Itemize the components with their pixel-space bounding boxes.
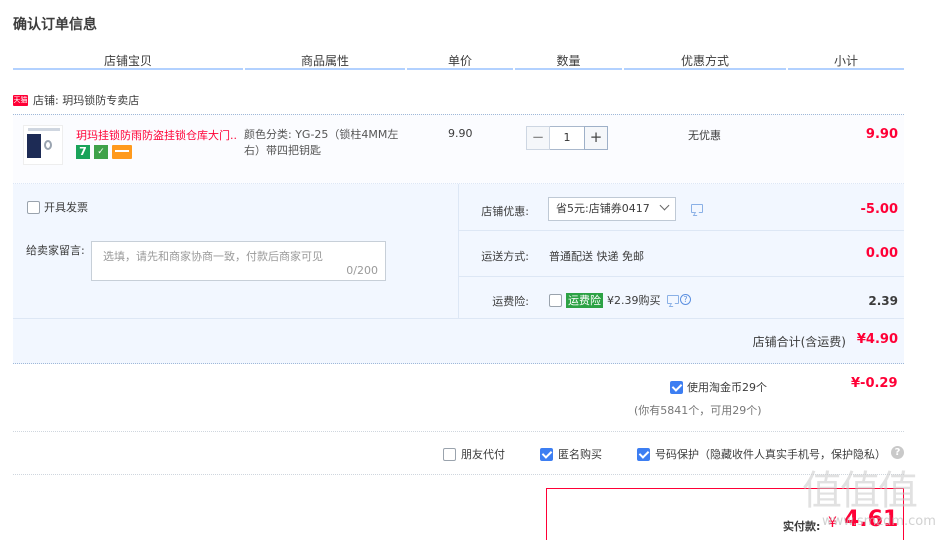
promotion-text: 无优惠 bbox=[688, 129, 721, 142]
quantity-increase-button[interactable]: + bbox=[584, 126, 608, 150]
column-underline bbox=[624, 68, 786, 70]
insurance-tag: 运费险 bbox=[566, 292, 603, 308]
insurance-checkbox[interactable] bbox=[549, 293, 562, 307]
column-header-subtotal: 小计 bbox=[833, 54, 858, 68]
quantity-stepper: − 1 + bbox=[526, 126, 608, 150]
column-header-attributes: 商品属性 bbox=[300, 54, 349, 68]
anonymous-purchase-option[interactable]: 匿名购买 bbox=[540, 446, 602, 462]
panel-divider bbox=[459, 276, 904, 277]
shop-total-row: 店铺合计(含运费) ¥4.90 bbox=[13, 318, 904, 364]
item-subtotal: 9.90 bbox=[865, 127, 898, 142]
invoice-label: 开具发票 bbox=[44, 201, 88, 214]
column-header-promotion: 优惠方式 bbox=[680, 54, 729, 68]
taojinbi-checkbox[interactable] bbox=[670, 380, 683, 394]
message-char-count: 0/200 bbox=[346, 264, 378, 277]
column-header-quantity: 数量 bbox=[556, 54, 581, 68]
insurance-chat-icon[interactable] bbox=[667, 295, 679, 304]
panel-divider bbox=[459, 230, 904, 231]
taojinbi-amount: ¥-0.29 bbox=[851, 376, 898, 391]
column-underline bbox=[515, 68, 622, 70]
divider bbox=[13, 474, 904, 475]
product-title-link[interactable]: 玥玛挂锁防雨防盗挂锁仓库大门... bbox=[76, 127, 238, 143]
shop-total-value: ¥4.90 bbox=[856, 332, 898, 347]
order-options-panel: 开具发票 给卖家留言: 选填，请先和商家协商一致，付款后商家可见 0/200 店… bbox=[13, 184, 904, 364]
number-protect-checkbox[interactable] bbox=[637, 447, 650, 461]
column-header-unit-price: 单价 bbox=[447, 54, 472, 68]
guarantee-shield-icon[interactable]: ✓ bbox=[94, 145, 108, 159]
coupon-amount: -5.00 bbox=[860, 202, 898, 217]
insurance-label: 运费险: bbox=[492, 295, 529, 308]
insurance-amount: 2.39 bbox=[868, 294, 898, 308]
invoice-option[interactable]: 开具发票 bbox=[27, 199, 88, 215]
column-underline bbox=[245, 68, 405, 70]
column-header-shop-item: 店铺宝贝 bbox=[103, 54, 152, 68]
column-underline bbox=[788, 68, 904, 70]
column-underline bbox=[407, 68, 513, 70]
taojinbi-option[interactable]: 使用淘金币29个 bbox=[670, 379, 767, 395]
unit-price: 9.90 bbox=[448, 127, 473, 140]
coupon-selected-value: 省5元:店铺券0417 bbox=[556, 202, 650, 215]
shipping-label: 运送方式: bbox=[481, 250, 529, 263]
insurance-help-icon[interactable]: ? bbox=[680, 294, 691, 305]
friend-pay-checkbox[interactable] bbox=[443, 447, 456, 461]
seller-message-input[interactable]: 选填，请先和商家协商一致，付款后商家可见 0/200 bbox=[91, 241, 386, 281]
service-badges: 7 ✓ bbox=[76, 145, 132, 159]
shop-total-label: 店铺合计(含运费) bbox=[752, 335, 846, 349]
message-label: 给卖家留言: bbox=[26, 244, 85, 257]
product-attribute: 颜色分类: YG-25（锁柱4MM左右）带四把钥匙 bbox=[244, 128, 399, 157]
divider bbox=[13, 431, 904, 432]
page-title: 确认订单信息 bbox=[13, 17, 97, 33]
taojinbi-note: (你有5841个，可用29个) bbox=[634, 404, 762, 417]
quantity-decrease-button[interactable]: − bbox=[526, 126, 550, 150]
chevron-down-icon bbox=[659, 200, 670, 211]
shop-row: 天猫 店铺: 玥玛锁防专卖店 bbox=[13, 92, 139, 108]
quantity-input[interactable]: 1 bbox=[550, 126, 584, 150]
panel-divider bbox=[458, 184, 459, 318]
coupon-label: 店铺优惠: bbox=[481, 205, 529, 218]
order-item-row: 玥玛挂锁防雨防盗挂锁仓库大门... 7 ✓ 颜色分类: YG-25（锁柱4MM左… bbox=[13, 114, 904, 184]
anonymous-purchase-checkbox[interactable] bbox=[540, 447, 553, 461]
shop-name-link[interactable]: 店铺: 玥玛锁防专卖店 bbox=[33, 92, 139, 108]
watermark-url: www.smzdm.com bbox=[822, 514, 936, 529]
taojinbi-label: 使用淘金币29个 bbox=[687, 381, 767, 394]
coupon-select[interactable]: 省5元:店铺券0417 bbox=[548, 197, 676, 221]
product-thumbnail-icon[interactable] bbox=[23, 125, 63, 165]
seven-day-return-icon[interactable]: 7 bbox=[76, 145, 90, 159]
coupon-chat-icon[interactable] bbox=[691, 204, 703, 213]
credit-card-icon[interactable] bbox=[112, 145, 132, 159]
shipping-amount: 0.00 bbox=[865, 246, 898, 261]
invoice-checkbox[interactable] bbox=[27, 200, 40, 214]
insurance-price: ¥2.39购买 bbox=[607, 294, 661, 307]
tmall-icon: 天猫 bbox=[13, 94, 28, 106]
watermark-logo: 值值值 bbox=[802, 468, 918, 514]
column-underline bbox=[13, 68, 243, 70]
shipping-method: 普通配送 快递 免邮 bbox=[549, 250, 644, 263]
anonymous-purchase-label: 匿名购买 bbox=[558, 448, 602, 461]
payment-label: 实付款: bbox=[783, 520, 821, 533]
friend-pay-label: 朋友代付 bbox=[461, 448, 505, 461]
message-placeholder: 选填，请先和商家协商一致，付款后商家可见 bbox=[103, 250, 323, 263]
shipping-insurance-option[interactable]: 运费险 ¥2.39购买 bbox=[549, 292, 661, 308]
friend-pay-option[interactable]: 朋友代付 bbox=[443, 446, 505, 462]
